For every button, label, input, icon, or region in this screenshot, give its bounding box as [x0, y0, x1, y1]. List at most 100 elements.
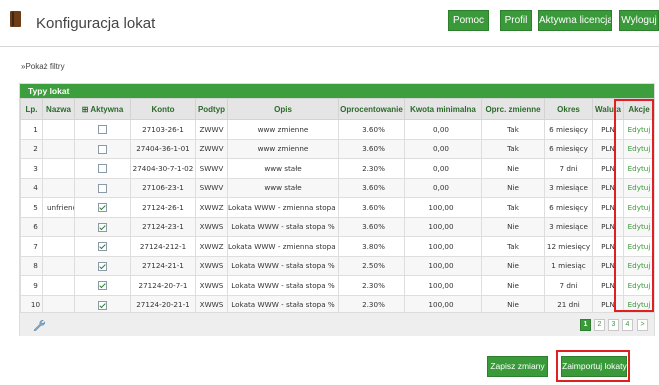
help-button[interactable]: Pomoc	[448, 10, 489, 31]
active-checkbox[interactable]	[98, 222, 107, 232]
active-checkbox[interactable]	[98, 125, 107, 134]
cell-description: www stałe	[227, 158, 339, 179]
column-header-currency[interactable]: Waluta	[592, 98, 624, 120]
cell-account: 27106-23-1	[130, 177, 196, 198]
cell-lp: 2	[20, 138, 43, 159]
edit-link[interactable]: Edytuj	[628, 242, 651, 251]
cell-rate: 3.60%	[338, 216, 405, 237]
cell-action: Edytuj	[623, 158, 655, 179]
cell-lp: 8	[20, 255, 43, 276]
cell-min-amount: 100,00	[404, 255, 482, 276]
cell-rate-change: Nie	[481, 275, 545, 296]
cell-name	[42, 158, 75, 179]
column-header-active[interactable]: ⊞ Aktywna	[74, 98, 131, 120]
cell-currency: PLN	[592, 197, 624, 218]
table-row: 5 unfriendly 27124-26-1 XWWZ Lokata WWW …	[20, 197, 655, 218]
cell-type: SWWV	[195, 158, 228, 179]
cell-currency: PLN	[592, 236, 624, 257]
cell-min-amount: 100,00	[404, 275, 482, 296]
edit-link[interactable]: Edytuj	[628, 281, 651, 290]
cell-account: 27103-26-1	[130, 119, 196, 140]
cell-action: Edytuj	[623, 255, 655, 276]
edit-link[interactable]: Edytuj	[628, 144, 651, 153]
save-changes-button[interactable]: Zapisz zmiany	[487, 356, 548, 377]
cell-period: 6 miesięcy	[544, 197, 593, 218]
cell-account: 27124-21-1	[130, 255, 196, 276]
cell-currency: PLN	[592, 275, 624, 296]
column-header-rate-change[interactable]: Oprc. zmienne	[481, 98, 545, 120]
next-page-button[interactable]: >	[637, 319, 648, 331]
cell-name	[42, 119, 75, 140]
edit-link[interactable]: Edytuj	[628, 222, 651, 231]
edit-link[interactable]: Edytuj	[628, 300, 651, 309]
cell-lp: 4	[20, 177, 43, 198]
cell-name	[42, 177, 75, 198]
license-button[interactable]: Aktywna licencja	[538, 10, 612, 31]
column-header-account[interactable]: Konto	[130, 98, 196, 120]
cell-active	[74, 138, 131, 159]
cell-active	[74, 275, 131, 296]
cell-active	[74, 158, 131, 179]
cell-type: XWWZ	[195, 236, 228, 257]
column-header-description[interactable]: Opis	[227, 98, 339, 120]
cell-rate-change: Tak	[481, 197, 545, 218]
page-2-button[interactable]: 2	[594, 319, 605, 331]
page-1-button[interactable]: 1	[580, 319, 591, 331]
edit-link[interactable]: Edytuj	[628, 183, 651, 192]
active-checkbox[interactable]	[98, 300, 107, 310]
cell-rate: 3.60%	[338, 197, 405, 218]
cell-currency: PLN	[592, 138, 624, 159]
cell-action: Edytuj	[623, 177, 655, 198]
column-header-min-amount[interactable]: Kwota minimalna	[404, 98, 482, 120]
profile-button[interactable]: Profil	[500, 10, 532, 31]
cell-rate: 2.50%	[338, 255, 405, 276]
table-row: 4 27106-23-1 SWWV www stałe 3.60% 0,00 N…	[20, 177, 655, 198]
active-checkbox[interactable]	[98, 203, 107, 212]
cell-period: 3 miesiące	[544, 177, 593, 198]
cell-currency: PLN	[592, 255, 624, 276]
page-4-button[interactable]: 4	[622, 319, 633, 331]
cell-period: 7 dni	[544, 158, 593, 179]
cell-rate: 3.60%	[338, 177, 405, 198]
column-header-type[interactable]: Podtyp	[195, 98, 228, 120]
cell-description: Lokata WWW - stała stopa %	[227, 216, 339, 237]
cell-period: 1 miesiąc	[544, 255, 593, 276]
edit-link[interactable]: Edytuj	[628, 203, 651, 212]
active-checkbox[interactable]	[98, 164, 107, 173]
wrench-icon[interactable]	[33, 319, 45, 331]
cell-type: XWWS	[195, 255, 228, 276]
deposit-types-panel: Typy lokat Lp. Nazwa ⊞ Aktywna Konto Pod…	[19, 83, 655, 336]
cell-account: 27124-23-1	[130, 216, 196, 237]
edit-link[interactable]: Edytuj	[628, 164, 651, 173]
active-checkbox[interactable]	[98, 144, 107, 154]
cell-lp: 1	[20, 119, 43, 140]
column-header-name[interactable]: Nazwa	[42, 98, 75, 120]
cell-min-amount: 0,00	[404, 138, 482, 159]
cell-account: 27124-20-7-1	[130, 275, 196, 296]
logout-button[interactable]: Wyloguj	[619, 10, 659, 31]
column-header-lp[interactable]: Lp.	[20, 98, 43, 120]
show-filters-link[interactable]: »Pokaż filtry	[21, 62, 65, 71]
page-3-button[interactable]: 3	[608, 319, 619, 331]
table-header-row: Lp. Nazwa ⊞ Aktywna Konto Podtyp Opis Op…	[20, 98, 655, 120]
cell-currency: PLN	[592, 119, 624, 140]
active-checkbox[interactable]	[98, 183, 107, 193]
cell-rate: 3.60%	[338, 138, 405, 159]
active-checkbox[interactable]	[98, 261, 107, 271]
cell-period: 6 miesięcy	[544, 119, 593, 140]
column-header-period[interactable]: Okres	[544, 98, 593, 120]
active-checkbox[interactable]	[98, 281, 107, 290]
cell-active	[74, 236, 131, 257]
cell-rate-change: Nie	[481, 177, 545, 198]
edit-link[interactable]: Edytuj	[628, 125, 651, 134]
cell-rate-change: Nie	[481, 158, 545, 179]
cell-period: 3 miesiące	[544, 216, 593, 237]
active-checkbox[interactable]	[98, 242, 107, 251]
cell-action: Edytuj	[623, 236, 655, 257]
column-header-rate[interactable]: Oprocentowanie	[338, 98, 405, 120]
cell-type: XWWS	[195, 275, 228, 296]
cell-rate-change: Nie	[481, 216, 545, 237]
edit-link[interactable]: Edytuj	[628, 261, 651, 270]
table-row: 7 27124-212-1 XWWZ Lokata WWW - zmienna …	[20, 236, 655, 257]
import-deposits-button[interactable]: Zaimportuj lokaty	[561, 356, 627, 377]
